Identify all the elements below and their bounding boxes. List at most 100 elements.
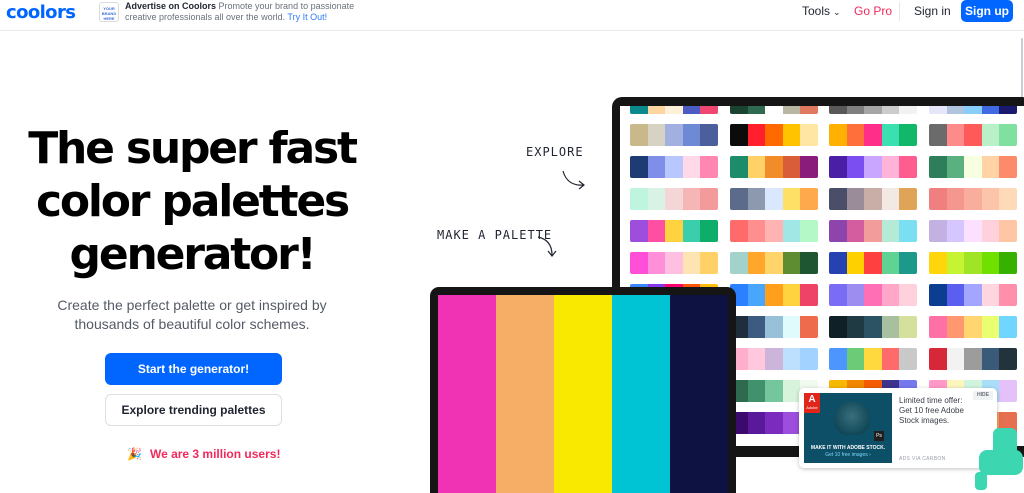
palette-color-swatch xyxy=(929,156,947,178)
palette-card[interactable] xyxy=(929,188,1017,210)
sign-up-button[interactable]: Sign up xyxy=(961,0,1013,22)
palette-color-swatch xyxy=(647,124,666,146)
palette-color-swatch xyxy=(846,252,865,274)
palette-card[interactable] xyxy=(829,188,917,210)
palette-color-swatch xyxy=(765,188,783,210)
palette-card[interactable] xyxy=(829,106,917,114)
palette-color-swatch xyxy=(765,284,783,306)
palette-color-swatch xyxy=(899,348,917,370)
palette-color-swatch xyxy=(864,316,882,338)
palette-card[interactable] xyxy=(730,124,818,146)
palette-card[interactable] xyxy=(630,220,718,242)
palette-card[interactable] xyxy=(929,124,1017,146)
palette-card[interactable] xyxy=(730,106,818,114)
palette-color-swatch xyxy=(647,188,666,210)
palette-color-swatch xyxy=(765,380,783,402)
palette-color-swatch xyxy=(665,188,683,210)
palette-card[interactable] xyxy=(929,348,1017,370)
palette-color-swatch xyxy=(881,348,900,370)
palette-card[interactable] xyxy=(829,284,917,306)
palette-color-swatch xyxy=(864,156,882,178)
top-header: coolors YOUR BRAND HERE Advertise on Coo… xyxy=(0,0,1024,31)
palette-card[interactable] xyxy=(829,252,917,274)
hero-subtitle: Create the perfect palette or get inspir… xyxy=(57,297,327,332)
palette-card[interactable] xyxy=(730,188,818,210)
palette-color-swatch xyxy=(929,252,947,274)
palette-card[interactable] xyxy=(929,316,1017,338)
start-generator-button[interactable]: Start the generator! xyxy=(105,353,282,385)
palette-card[interactable] xyxy=(730,316,818,338)
tools-menu[interactable]: Tools ⌄ xyxy=(802,4,841,19)
palette-color-swatch xyxy=(800,316,818,338)
palette-color-swatch xyxy=(782,380,801,402)
palette-color-swatch xyxy=(670,295,728,493)
explore-trending-button[interactable]: Explore trending palettes xyxy=(105,394,282,426)
palette-color-swatch xyxy=(700,188,718,210)
hide-ad-button[interactable]: HIDE xyxy=(973,391,993,400)
palette-color-swatch xyxy=(630,124,648,146)
palette-color-swatch xyxy=(864,252,882,274)
palette-color-swatch xyxy=(438,295,496,493)
coolors-logo[interactable]: coolors xyxy=(6,2,76,24)
carbon-ad-text[interactable]: Limited time offer: Get 10 free Adobe St… xyxy=(899,396,971,426)
palette-color-swatch xyxy=(630,220,648,242)
palette-card[interactable] xyxy=(929,106,1017,114)
go-pro-link[interactable]: Go Pro xyxy=(854,4,892,18)
palette-color-swatch xyxy=(682,188,701,210)
palette-card[interactable] xyxy=(829,316,917,338)
palette-color-swatch xyxy=(864,124,882,146)
palette-color-swatch xyxy=(846,156,865,178)
palette-card[interactable] xyxy=(730,348,818,370)
palette-color-swatch xyxy=(899,124,917,146)
palette-card[interactable] xyxy=(829,220,917,242)
hero-title-line: The super fast xyxy=(28,123,358,174)
ads-via-carbon-link[interactable]: ADS VIA CARBON xyxy=(899,456,945,462)
palette-card[interactable] xyxy=(630,106,718,114)
palette-color-swatch xyxy=(899,316,917,338)
palette-card[interactable] xyxy=(929,156,1017,178)
palette-color-swatch xyxy=(881,124,900,146)
palette-color-swatch xyxy=(964,188,982,210)
ad-brand-logo[interactable]: YOUR BRAND HERE xyxy=(99,2,119,22)
palette-color-swatch xyxy=(829,220,847,242)
palette-color-swatch xyxy=(730,156,748,178)
palette-color-swatch xyxy=(899,284,917,306)
palette-color-swatch xyxy=(829,316,847,338)
carbon-ad[interactable]: A Adobe Ps MAKE IT WITH ADOBE STOCK. Get… xyxy=(799,388,997,468)
palette-card[interactable] xyxy=(630,188,718,210)
hero-title-line: color palettes xyxy=(35,176,350,227)
palette-card[interactable] xyxy=(730,156,818,178)
palette-card[interactable] xyxy=(630,124,718,146)
palette-color-swatch xyxy=(829,124,847,146)
palette-color-swatch xyxy=(747,156,766,178)
ad-try-it-link[interactable]: Try It Out! xyxy=(287,12,327,22)
palette-card[interactable] xyxy=(929,220,1017,242)
palette-card[interactable] xyxy=(829,156,917,178)
generator-palette xyxy=(438,295,728,493)
ad-title[interactable]: Advertise on Coolors xyxy=(125,1,216,11)
palette-color-swatch xyxy=(700,106,718,114)
palette-card[interactable] xyxy=(829,124,917,146)
ad-image-cta: Get 10 free images › xyxy=(825,452,871,458)
palette-color-swatch xyxy=(999,156,1017,178)
palette-color-swatch xyxy=(747,106,766,114)
sign-in-link[interactable]: Sign in xyxy=(914,4,951,18)
carbon-ad-image[interactable]: A Adobe Ps MAKE IT WITH ADOBE STOCK. Get… xyxy=(804,393,892,463)
palette-card[interactable] xyxy=(929,284,1017,306)
palette-card[interactable] xyxy=(730,284,818,306)
mint-figure-shape xyxy=(975,472,987,490)
palette-card[interactable] xyxy=(630,252,718,274)
palette-card[interactable] xyxy=(929,252,1017,274)
palette-card[interactable] xyxy=(730,252,818,274)
palette-color-swatch xyxy=(881,106,900,114)
palette-color-swatch xyxy=(630,252,648,274)
palette-color-swatch xyxy=(829,106,847,114)
palette-color-swatch xyxy=(496,295,554,493)
palette-color-swatch xyxy=(829,188,847,210)
palette-color-swatch xyxy=(981,348,1000,370)
palette-color-swatch xyxy=(782,156,801,178)
palette-color-swatch xyxy=(964,124,982,146)
palette-card[interactable] xyxy=(829,348,917,370)
palette-card[interactable] xyxy=(730,220,818,242)
palette-card[interactable] xyxy=(630,156,718,178)
